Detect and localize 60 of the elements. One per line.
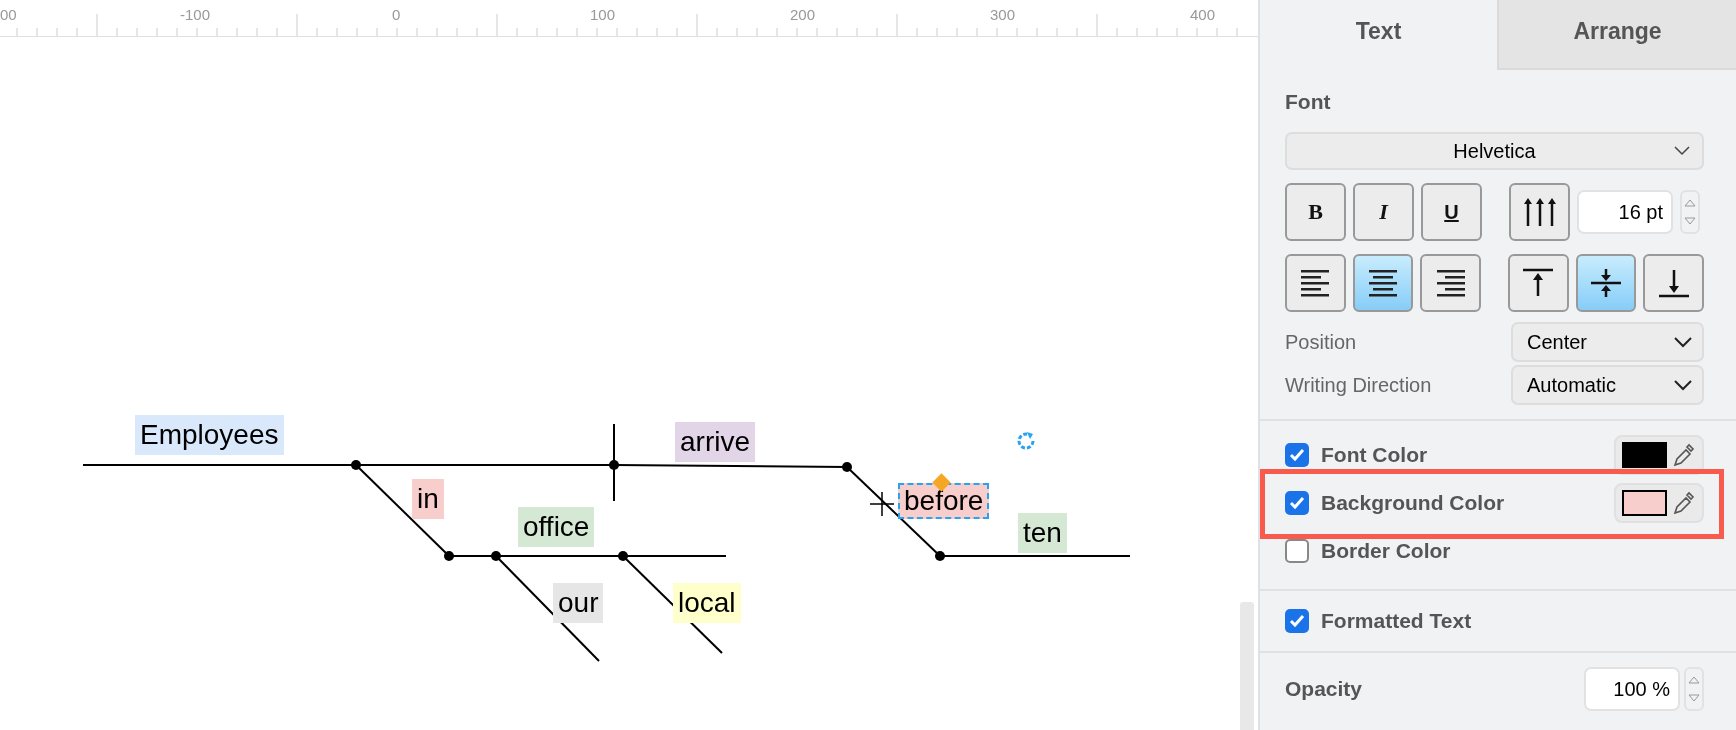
option-label: Background Color xyxy=(1321,491,1506,515)
section-heading: Font xyxy=(1285,90,1332,114)
opacity-field[interactable]: 100 % xyxy=(1584,667,1680,711)
word-label[interactable]: our xyxy=(553,583,604,623)
ruler-label: 100 xyxy=(590,6,616,23)
eyedropper-icon xyxy=(1673,491,1695,515)
align-top-icon xyxy=(1522,268,1555,298)
text-align-left-icon xyxy=(1301,269,1330,297)
ruler-label: 200 xyxy=(790,6,816,23)
arrows-up-icon xyxy=(1522,197,1557,227)
word-label[interactable]: before xyxy=(898,483,990,519)
color-picker[interactable] xyxy=(1614,483,1704,523)
font-size-field[interactable]: 16 pt xyxy=(1577,190,1673,234)
select-dropdown[interactable]: Center xyxy=(1511,322,1704,362)
chevron-down-icon xyxy=(1674,379,1692,391)
align-middle-icon xyxy=(1589,268,1622,298)
option-label: Font Color xyxy=(1321,443,1429,467)
align-right-button[interactable] xyxy=(1420,254,1481,312)
text-align-center-icon xyxy=(1369,269,1397,297)
option-label: Formatted Text xyxy=(1321,609,1473,633)
word-label[interactable]: arrive xyxy=(675,422,755,462)
ruler-label: 400 xyxy=(1190,6,1216,23)
tab[interactable]: Arrange xyxy=(1497,0,1736,70)
ruler-label: 0 xyxy=(392,6,401,23)
italic-button[interactable]: I xyxy=(1353,183,1414,241)
bold-button[interactable]: B xyxy=(1285,183,1346,241)
underline-button[interactable]: U xyxy=(1421,183,1482,241)
select-dropdown[interactable]: Automatic xyxy=(1511,365,1704,405)
valign-middle-button[interactable] xyxy=(1575,254,1637,312)
word-label[interactable]: Employees xyxy=(135,415,284,455)
chevron-down-icon xyxy=(1674,336,1692,348)
eyedropper-icon xyxy=(1673,443,1695,467)
word-label[interactable]: office xyxy=(518,507,595,547)
checkbox[interactable] xyxy=(1285,609,1309,633)
checkbox[interactable] xyxy=(1285,539,1309,563)
option-label: Border Color xyxy=(1321,539,1452,563)
crosshair-cursor-icon xyxy=(870,492,894,516)
field-label: Writing Direction xyxy=(1285,373,1432,397)
field-label: Position xyxy=(1285,330,1357,354)
text-align-right-icon xyxy=(1436,269,1465,297)
valign-top-button[interactable] xyxy=(1507,254,1569,312)
font-family-dropdown[interactable]: Helvetica xyxy=(1285,132,1704,170)
option-label: Opacity xyxy=(1285,677,1364,701)
align-bottom-icon xyxy=(1657,268,1690,298)
check-icon xyxy=(1289,448,1305,462)
ruler-label: -100 xyxy=(180,6,211,23)
align-left-button[interactable] xyxy=(1285,254,1346,312)
align-center-button[interactable] xyxy=(1352,254,1414,312)
chevron-down-icon xyxy=(1674,146,1690,156)
word-label[interactable]: local xyxy=(673,583,741,623)
valign-bottom-button[interactable] xyxy=(1643,254,1704,312)
ruler-label: 300 xyxy=(990,6,1016,23)
check-icon xyxy=(1289,496,1305,510)
word-label[interactable]: in xyxy=(412,479,444,519)
checkbox[interactable] xyxy=(1285,443,1309,467)
word-label[interactable]: ten xyxy=(1018,513,1067,553)
line-spacing-button[interactable] xyxy=(1509,183,1570,241)
check-icon xyxy=(1289,614,1305,628)
checkbox[interactable] xyxy=(1285,491,1309,515)
ruler-label: 00 xyxy=(0,6,17,23)
